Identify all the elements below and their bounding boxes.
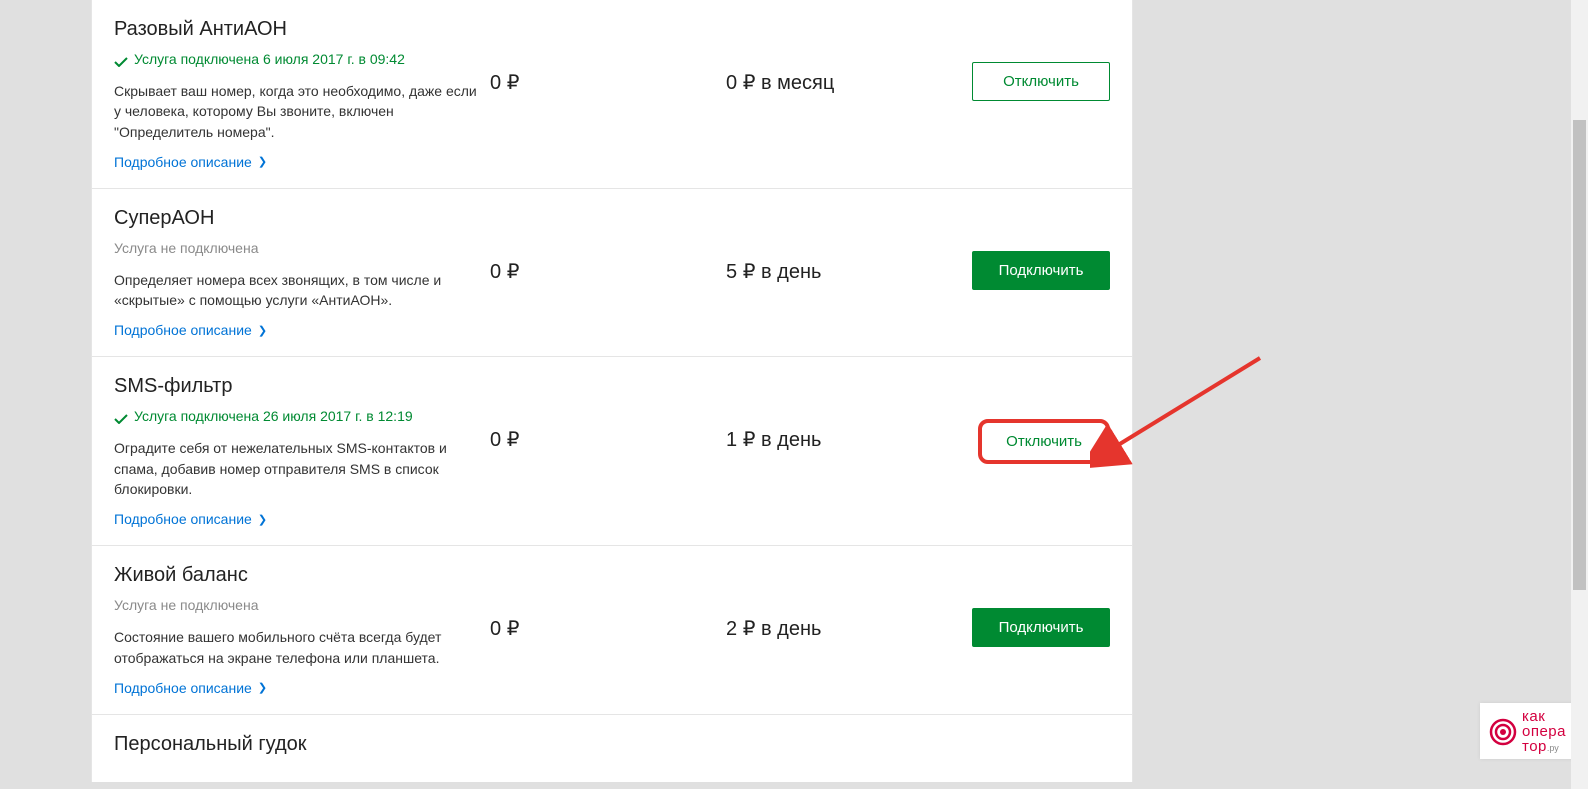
price-periodic: 2 ₽ в день xyxy=(726,564,956,641)
details-link-label: Подробное описание xyxy=(114,154,252,170)
details-link-label: Подробное описание xyxy=(114,322,252,338)
service-row: Живой баланс Услуга не подключена Состоя… xyxy=(91,546,1133,715)
scrollbar-track[interactable] xyxy=(1571,0,1588,789)
details-link[interactable]: Подробное описание ❯ xyxy=(114,154,267,170)
check-icon xyxy=(114,54,128,64)
service-status-inactive: Услуга не подключена xyxy=(114,597,484,613)
disconnect-button[interactable]: Отключить xyxy=(998,429,1090,454)
price-once: 0 ₽ xyxy=(490,375,720,452)
services-panel: Разовый АнтиАОН Услуга подключена 6 июля… xyxy=(91,0,1133,782)
price-periodic: 0 ₽ в месяц xyxy=(726,18,956,95)
service-description: Состояние вашего мобильного счёта всегда… xyxy=(114,627,484,668)
service-row: SMS-фильтр Услуга подключена 26 июля 201… xyxy=(91,357,1133,546)
chevron-right-icon: ❯ xyxy=(258,155,267,168)
details-link[interactable]: Подробное описание ❯ xyxy=(114,322,267,338)
service-title: СуперАОН xyxy=(114,207,484,230)
service-description: Скрывает ваш номер, когда это необходимо… xyxy=(114,81,484,142)
chevron-right-icon: ❯ xyxy=(258,681,267,694)
connect-button[interactable]: Подключить xyxy=(972,251,1110,290)
scrollbar-thumb[interactable] xyxy=(1573,120,1586,590)
service-title: Персональный гудок xyxy=(114,733,484,756)
status-text: Услуга подключена 6 июля 2017 г. в 09:42 xyxy=(134,51,405,67)
chevron-right-icon: ❯ xyxy=(258,324,267,337)
service-status-active: Услуга подключена 6 июля 2017 г. в 09:42 xyxy=(114,51,484,67)
chevron-right-icon: ❯ xyxy=(258,513,267,526)
price-periodic: 5 ₽ в день xyxy=(726,207,956,284)
details-link-label: Подробное описание xyxy=(114,511,252,527)
price-once: 0 ₽ xyxy=(490,207,720,284)
service-row: Разовый АнтиАОН Услуга подключена 6 июля… xyxy=(91,0,1133,189)
connect-button[interactable]: Подключить xyxy=(972,608,1110,647)
service-title: SMS-фильтр xyxy=(114,375,484,398)
service-description: Определяет номера всех звонящих, в том ч… xyxy=(114,270,484,311)
watermark-badge: как опера тор.ру xyxy=(1480,703,1576,759)
watermark-text: как опера тор.ру xyxy=(1522,709,1566,755)
service-status-inactive: Услуга не подключена xyxy=(114,240,484,256)
service-row: Персональный гудок xyxy=(91,715,1133,782)
details-link[interactable]: Подробное описание ❯ xyxy=(114,511,267,527)
annotation-highlight-box: Отключить xyxy=(978,419,1110,464)
details-link[interactable]: Подробное описание ❯ xyxy=(114,680,267,696)
service-description: Оградите себя от нежелательных SMS-конта… xyxy=(114,438,484,499)
service-status-active: Услуга подключена 26 июля 2017 г. в 12:1… xyxy=(114,408,484,424)
status-text: Услуга подключена 26 июля 2017 г. в 12:1… xyxy=(134,408,413,424)
price-periodic: 1 ₽ в день xyxy=(726,375,956,452)
disconnect-button[interactable]: Отключить xyxy=(972,62,1110,101)
price-once: 0 ₽ xyxy=(490,18,720,95)
service-row: СуперАОН Услуга не подключена Определяет… xyxy=(91,189,1133,358)
service-title: Разовый АнтиАОН xyxy=(114,18,484,41)
watermark-icon xyxy=(1488,717,1518,747)
price-once: 0 ₽ xyxy=(490,564,720,641)
details-link-label: Подробное описание xyxy=(114,680,252,696)
service-title: Живой баланс xyxy=(114,564,484,587)
check-icon xyxy=(114,411,128,421)
